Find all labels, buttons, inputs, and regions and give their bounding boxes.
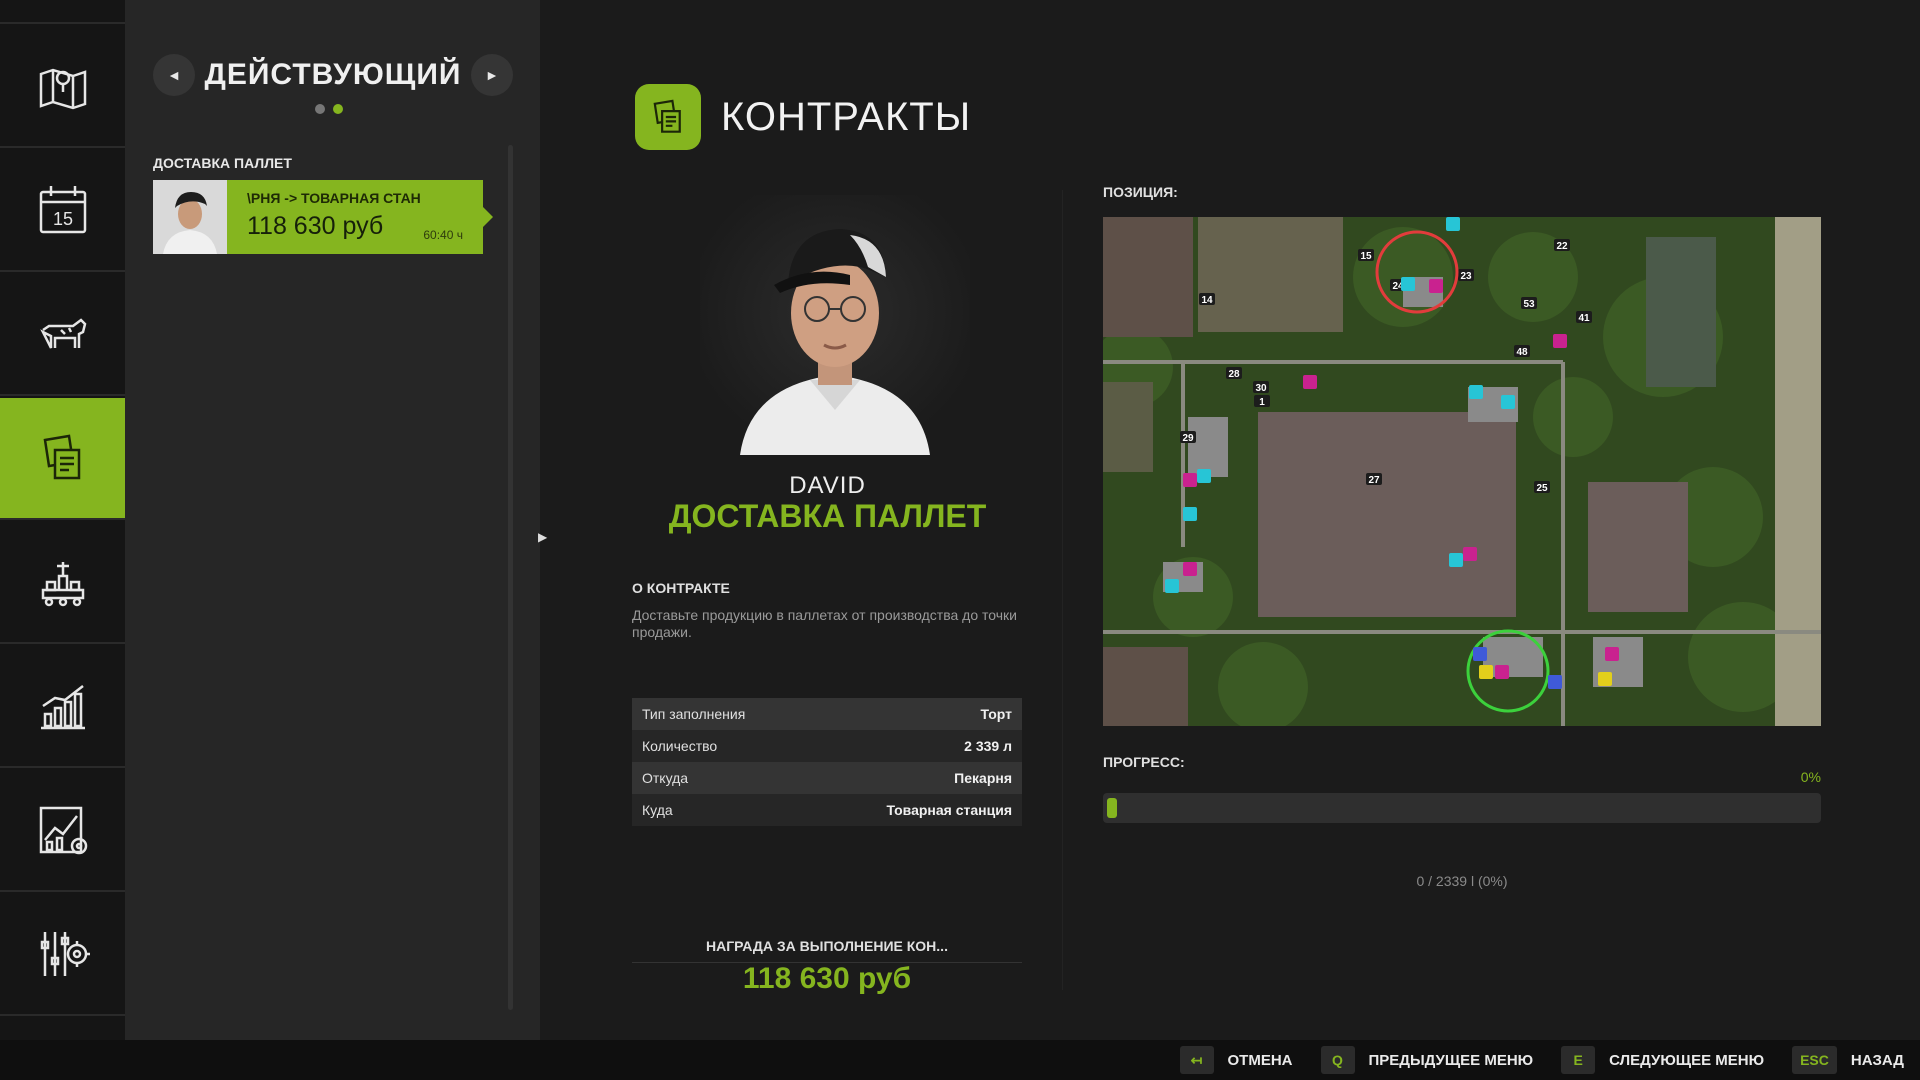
esc-key-icon: ESC	[1792, 1046, 1837, 1074]
field-number-label[interactable]: 25	[1536, 483, 1548, 494]
list-scrollbar[interactable]	[508, 145, 513, 1010]
field-number-label[interactable]: 1	[1259, 397, 1265, 408]
field-number-label[interactable]: 53	[1523, 299, 1535, 310]
selected-arrow-icon	[483, 207, 493, 227]
rail-item-calendar[interactable]: 15	[0, 150, 125, 272]
about-text: Доставьте продукцию в паллетах от произв…	[632, 607, 1017, 640]
field-number-label[interactable]: 28	[1228, 369, 1240, 380]
back-button[interactable]: ESC НАЗАД	[1792, 1046, 1904, 1074]
field-number-label[interactable]: 41	[1578, 313, 1590, 324]
contractor-name: DAVID	[789, 472, 866, 499]
progress-percent: 0%	[1800, 769, 1821, 785]
contracts-title-icon	[635, 84, 701, 150]
table-row: Тип заполнения Торт	[632, 698, 1022, 730]
hint-label: СЛЕДУЮЩЕЕ МЕНЮ	[1609, 1051, 1765, 1069]
field-number-label[interactable]: 23	[1460, 271, 1472, 282]
menu-rail: 15	[0, 0, 135, 1040]
contract-card-body: \РНЯ -> ТОВАРНАЯ СТАН 118 630 руб 60:40 …	[227, 180, 493, 254]
calendar-icon: 15	[39, 186, 86, 234]
row-key: Тип заполнения	[642, 706, 746, 722]
rail-top-divider	[0, 0, 125, 24]
contract-type-title: ДОСТАВКА ПАЛЛЕТ	[668, 498, 987, 534]
rail-item-map[interactable]	[0, 26, 125, 148]
contract-card[interactable]: \РНЯ -> ТОВАРНАЯ СТАН 118 630 руб 60:40 …	[153, 180, 493, 254]
field-number-label[interactable]: 15	[1360, 251, 1372, 262]
hint-label: ПРЕДЫДУЩЕЕ МЕНЮ	[1368, 1051, 1534, 1069]
collapse-panel-icon[interactable]: ▶	[538, 530, 547, 544]
production-icon	[41, 562, 84, 607]
page-title: КОНТРАКТЫ	[721, 94, 972, 139]
contracts-icon	[43, 434, 80, 480]
rail-item-settings[interactable]	[0, 894, 125, 1016]
contract-route: \РНЯ -> ТОВАРНАЯ СТАН	[247, 190, 421, 206]
rail-item-animals[interactable]	[0, 274, 125, 396]
arrow-right-icon: ►	[485, 67, 499, 83]
avatar	[153, 180, 227, 254]
row-key: Количество	[642, 738, 718, 754]
prev-page-button[interactable]: ◄	[153, 54, 195, 96]
prices-chart-icon	[40, 685, 85, 730]
hint-label: НАЗАД	[1850, 1051, 1904, 1069]
list-title: ДЕЙСТВУЮЩИЙ	[204, 58, 462, 91]
active-contracts-panel: ◄ ДЕЙСТВУЮЩИЙ ► ДОСТАВКА ПАЛЛЕТ \РНЯ -> …	[125, 0, 540, 1040]
rail-item-prices[interactable]	[0, 646, 125, 768]
list-header: ◄ ДЕЙСТВУЮЩИЙ ►	[153, 52, 513, 98]
row-value: Торт	[980, 706, 1012, 722]
cow-icon	[39, 318, 86, 349]
progress-bar-fill	[1107, 798, 1117, 818]
rail-item-contracts[interactable]	[0, 398, 135, 520]
hint-label: ОТМЕНА	[1227, 1051, 1293, 1069]
field-number-label[interactable]: 29	[1182, 433, 1194, 444]
settings-icon	[40, 932, 90, 976]
row-value: Товарная станция	[886, 802, 1012, 818]
progress-label: ПРОГРЕСС:	[1103, 754, 1185, 770]
reward-value: 118 630 руб	[742, 962, 912, 995]
contractor-portrait	[700, 195, 970, 455]
table-row: Куда Товарная станция	[632, 794, 1022, 826]
field-number-label[interactable]: 22	[1556, 241, 1568, 252]
contract-info-table: Тип заполнения Торт Количество 2 339 л О…	[632, 698, 1022, 826]
person-avatar-icon	[153, 180, 227, 254]
bottom-hint-bar: ↤ ОТМЕНА Q ПРЕДЫДУЩЕЕ МЕНЮ E СЛЕДУЮЩЕЕ М…	[0, 1040, 1920, 1080]
progress-bar	[1103, 793, 1821, 823]
contract-time-left: 60:40 ч	[423, 228, 463, 242]
reward-label: НАГРАДА ЗА ВЫПОЛНЕНИЕ КОН...	[632, 938, 1022, 963]
backspace-key-icon: ↤	[1179, 1046, 1214, 1074]
position-label: ПОЗИЦИЯ:	[1103, 184, 1178, 200]
q-key-icon: Q	[1320, 1046, 1355, 1074]
arrow-left-icon: ◄	[167, 67, 181, 83]
cancel-button[interactable]: ↤ ОТМЕНА	[1179, 1046, 1293, 1074]
divider	[1062, 190, 1063, 990]
progress-detail: 0 / 2339 l (0%)	[1416, 873, 1508, 889]
map-icon	[39, 68, 86, 110]
page-indicator	[315, 104, 343, 114]
game-menu-screen: 15 ◄ ДЕЙСТВУЮЩИЙ ► ДОСТАВКА ПАЛЛЕТ \РНЯ …	[0, 0, 1920, 1080]
page-dot-active	[333, 104, 343, 114]
row-key: Куда	[642, 802, 673, 818]
field-number-label[interactable]: 30	[1255, 383, 1267, 394]
svg-text:15: 15	[52, 209, 72, 229]
statistics-icon	[39, 806, 87, 855]
about-label: О КОНТРАКТЕ	[632, 580, 730, 596]
table-row: Откуда Пекарня	[632, 762, 1022, 794]
person-portrait-icon	[700, 195, 970, 455]
rail-item-statistics[interactable]	[0, 770, 125, 892]
rail-item-production[interactable]	[0, 522, 125, 644]
next-page-button[interactable]: ►	[470, 54, 513, 96]
contract-map[interactable]: 15 22 23 24 53 41 14 48 28 30 1 29 25 27	[1103, 217, 1821, 726]
field-number-label[interactable]: 48	[1516, 347, 1528, 358]
row-value: 2 339 л	[964, 738, 1012, 754]
next-menu-button[interactable]: E СЛЕДУЮЩЕЕ МЕНЮ	[1561, 1046, 1764, 1074]
table-row: Количество 2 339 л	[632, 730, 1022, 762]
row-key: Откуда	[642, 770, 689, 786]
section-label: ДОСТАВКА ПАЛЛЕТ	[153, 155, 292, 171]
map-image: 152223245341144828301292527	[1103, 217, 1821, 726]
e-key-icon: E	[1561, 1046, 1596, 1074]
previous-menu-button[interactable]: Q ПРЕДЫДУЩЕЕ МЕНЮ	[1320, 1046, 1534, 1074]
field-number-label[interactable]: 27	[1368, 475, 1380, 486]
page-header: КОНТРАКТЫ	[635, 84, 971, 150]
field-number-label[interactable]: 14	[1201, 295, 1213, 306]
page-dot	[315, 104, 325, 114]
row-value: Пекарня	[954, 770, 1012, 786]
